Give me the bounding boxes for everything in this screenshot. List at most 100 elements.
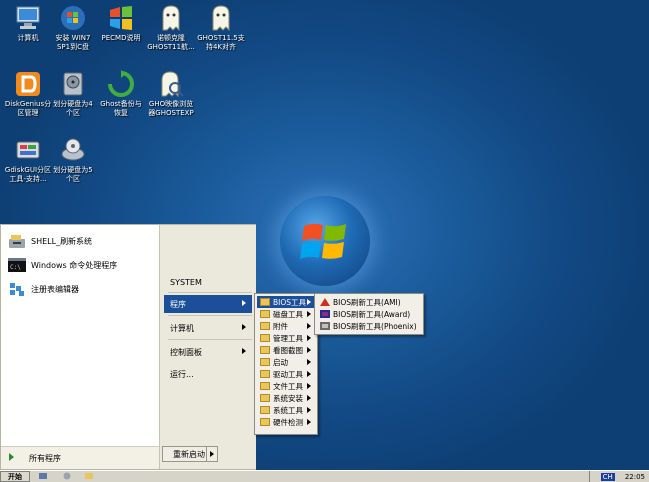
folder-icon bbox=[260, 406, 270, 414]
submenu-item-startup[interactable]: 启动 bbox=[257, 356, 315, 368]
svg-text:C:\: C:\ bbox=[10, 264, 21, 271]
windows-install-icon bbox=[58, 4, 88, 32]
submenu-item-system-install[interactable]: 系统安装 bbox=[257, 392, 315, 404]
control-panel-label: 控制面板 bbox=[170, 347, 202, 357]
bios-item-label: BIOS刷新工具(Award) bbox=[333, 309, 411, 319]
desktop-icon-label: 划分硬盘为5 个区 bbox=[53, 166, 93, 183]
folder-icon bbox=[260, 394, 270, 402]
start-menu-computer[interactable]: 计算机 bbox=[164, 319, 252, 337]
chevron-right-icon bbox=[307, 323, 311, 329]
submenu-item-system-tools[interactable]: 系统工具 bbox=[257, 404, 315, 416]
bios-item-label: BIOS刷新工具(AMI) bbox=[333, 297, 401, 307]
folder-icon bbox=[260, 370, 270, 378]
pinned-regedit[interactable]: 注册表编辑器 bbox=[7, 279, 79, 299]
submenu-label: 硬件检测 bbox=[273, 417, 303, 427]
chevron-right-icon bbox=[307, 347, 311, 353]
warning-icon bbox=[320, 298, 330, 306]
submenu-item-hardware-test[interactable]: 硬件检测 bbox=[257, 416, 315, 428]
restart-label: 重新启动 bbox=[173, 449, 205, 459]
folder-icon bbox=[260, 382, 270, 390]
desktop-icon-label: 诺顿克隆 GHOST11航... bbox=[147, 34, 195, 51]
cmd-icon: C:\ bbox=[7, 256, 27, 274]
desktop-icon-pecmd[interactable]: PECMD说明 bbox=[93, 4, 149, 43]
start-menu-programs[interactable]: 程序 bbox=[164, 295, 252, 313]
submenu-item-accessories[interactable]: 附件 bbox=[257, 320, 315, 332]
desktop-icon-label: PECMD说明 bbox=[101, 34, 141, 42]
desktop-icon-ghost11[interactable]: 诺顿克隆 GHOST11航... bbox=[143, 4, 199, 52]
quicklaunch-icon[interactable] bbox=[38, 472, 48, 480]
separator bbox=[168, 315, 252, 316]
chevron-right-icon bbox=[307, 371, 311, 377]
restart-options-button[interactable] bbox=[206, 446, 218, 462]
start-menu-system[interactable]: SYSTEM bbox=[164, 273, 252, 291]
submenu-item-bios[interactable]: BIOS工具 bbox=[257, 296, 315, 308]
start-menu: SHELL_刷新系统 C:\ Windows 命令处理程序 注册表编辑器 所有程… bbox=[0, 224, 256, 470]
programs-submenu: BIOS工具 磁盘工具 附件 管理工具 看图截图 启动 驱动工具 文件工具 系统… bbox=[254, 293, 318, 435]
desktop-icon-label: GHOST11.5支 持4K对齐 bbox=[197, 34, 245, 51]
chevron-right-icon bbox=[307, 311, 311, 317]
chevron-right-icon bbox=[307, 419, 311, 425]
submenu-label: 管理工具 bbox=[273, 333, 303, 343]
separator bbox=[168, 292, 252, 293]
start-label: 开始 bbox=[8, 472, 22, 481]
pinned-cmd[interactable]: C:\ Windows 命令处理程序 bbox=[7, 255, 117, 275]
folder-icon bbox=[260, 298, 270, 306]
desktop-icon-partition5[interactable]: 划分硬盘为5 个区 bbox=[45, 136, 101, 184]
submenu-item-driver-tools[interactable]: 驱动工具 bbox=[257, 368, 315, 380]
folder-icon bbox=[260, 322, 270, 330]
start-menu-control-panel[interactable]: 控制面板 bbox=[164, 343, 252, 361]
start-button[interactable]: 开始 bbox=[0, 471, 30, 482]
submenu-item-file-tools[interactable]: 文件工具 bbox=[257, 380, 315, 392]
start-menu-pinned-panel: SHELL_刷新系统 C:\ Windows 命令处理程序 注册表编辑器 所有程… bbox=[1, 225, 159, 469]
submenu-item-admin-tools[interactable]: 管理工具 bbox=[257, 332, 315, 344]
diskgenius-icon bbox=[13, 70, 43, 98]
submenu-label: 系统工具 bbox=[273, 405, 303, 415]
chevron-right-icon bbox=[307, 335, 311, 341]
folder-icon bbox=[260, 358, 270, 366]
ghost-icon bbox=[206, 4, 236, 32]
arrow-right-icon bbox=[9, 453, 14, 461]
separator bbox=[168, 339, 252, 340]
submenu-label: 看图截图 bbox=[273, 345, 303, 355]
desktop-icon-ghost115[interactable]: GHOST11.5支 持4K对齐 bbox=[193, 4, 249, 52]
programs-label: 程序 bbox=[170, 299, 186, 309]
bios-ami-item[interactable]: BIOS刷新工具(AMI) bbox=[317, 296, 421, 308]
chevron-right-icon bbox=[307, 407, 311, 413]
desktop-icon-label: Ghost备份与 恢复 bbox=[100, 100, 142, 117]
hard-disk-icon bbox=[58, 70, 88, 98]
computer-icon bbox=[13, 4, 43, 32]
submenu-label: 驱动工具 bbox=[273, 369, 303, 379]
chevron-right-icon bbox=[307, 359, 311, 365]
hard-disk-icon bbox=[58, 136, 88, 164]
start-menu-run[interactable]: 运行... bbox=[164, 365, 252, 383]
desktop-icon-ghost-backup[interactable]: Ghost备份与 恢复 bbox=[93, 70, 149, 118]
submenu-item-image-capture[interactable]: 看图截图 bbox=[257, 344, 315, 356]
desktop-icon-ghostexp[interactable]: GHO映像浏览 器GHOSTEXP bbox=[143, 70, 199, 118]
quicklaunch-icon[interactable] bbox=[62, 472, 72, 480]
pinned-label: Windows 命令处理程序 bbox=[31, 260, 118, 270]
clock: 22:05 bbox=[624, 472, 645, 481]
run-label: 运行... bbox=[170, 369, 194, 379]
taskbar: 开始 CH 22:05 bbox=[0, 470, 649, 482]
shell-icon bbox=[7, 232, 27, 250]
regedit-icon bbox=[7, 280, 27, 298]
restore-icon bbox=[106, 70, 136, 98]
folder-icon bbox=[260, 334, 270, 342]
bios-phoenix-item[interactable]: BIOS刷新工具(Phoenix) bbox=[317, 320, 421, 332]
chevron-right-icon bbox=[307, 395, 311, 401]
pinned-label: 注册表编辑器 bbox=[31, 284, 79, 294]
quicklaunch-icon[interactable] bbox=[84, 472, 94, 480]
bios-award-item[interactable]: BIOS刷新工具(Award) bbox=[317, 308, 421, 320]
ghost-icon bbox=[156, 4, 186, 32]
system-tray: CH 22:05 bbox=[589, 471, 649, 482]
submenu-item-disk-tools[interactable]: 磁盘工具 bbox=[257, 308, 315, 320]
all-programs-button[interactable]: 所有程序 bbox=[1, 446, 159, 469]
windows-logo bbox=[280, 196, 370, 286]
ghost-explorer-icon bbox=[156, 70, 186, 98]
chip-icon bbox=[320, 322, 330, 330]
all-programs-label: 所有程序 bbox=[29, 453, 61, 463]
pinned-shell-refresh[interactable]: SHELL_刷新系统 bbox=[7, 231, 92, 251]
chevron-right-icon bbox=[242, 324, 246, 330]
chevron-right-icon bbox=[307, 299, 311, 305]
language-indicator[interactable]: CH bbox=[600, 472, 615, 481]
